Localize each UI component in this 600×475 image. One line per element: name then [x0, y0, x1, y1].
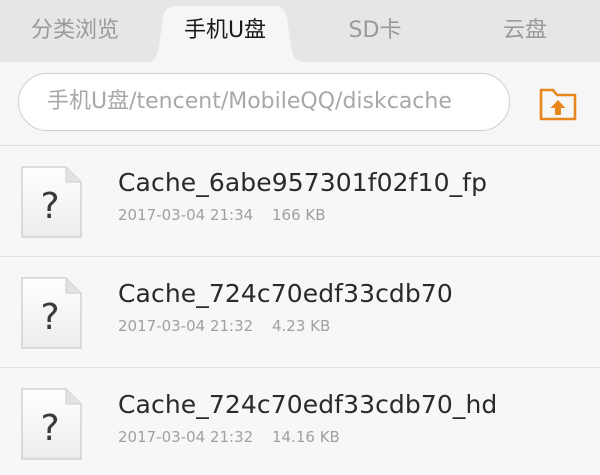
file-date: 2017-03-04 21:34 [118, 206, 254, 224]
file-size: 4.23 KB [272, 317, 331, 335]
svg-text:?: ? [40, 297, 59, 338]
file-size: 166 KB [272, 206, 326, 224]
file-name: Cache_6abe957301f02f10_fp [118, 168, 488, 197]
file-name: Cache_724c70edf33cdb70_hd [118, 390, 498, 419]
file-size: 14.16 KB [272, 428, 340, 446]
tab-sd-card[interactable]: SD卡 [300, 0, 450, 62]
path-field[interactable]: 手机U盘/tencent/MobileQQ/diskcache [18, 73, 510, 131]
file-row[interactable]: ? Cache_724c70edf33cdb70_hd 2017-03-04 2… [0, 368, 600, 475]
path-bar: 手机U盘/tencent/MobileQQ/diskcache [0, 62, 600, 146]
file-row[interactable]: ? Cache_6abe957301f02f10_fp 2017-03-04 2… [0, 146, 600, 257]
tab-bar: 分类浏览 手机U盘 SD卡 云盘 [0, 0, 600, 62]
file-date: 2017-03-04 21:32 [118, 428, 254, 446]
tab-phone-storage[interactable]: 手机U盘 [150, 0, 300, 62]
tab-category-browse[interactable]: 分类浏览 [0, 0, 150, 62]
folder-up-icon [539, 88, 577, 121]
file-manager-screen: 分类浏览 手机U盘 SD卡 云盘 手机U盘/tencent/MobileQQ/d… [0, 0, 600, 475]
unknown-file-icon: ? [21, 388, 82, 460]
unknown-file-icon: ? [21, 166, 82, 238]
svg-text:?: ? [40, 186, 59, 227]
tab-cloud-drive[interactable]: 云盘 [450, 0, 600, 62]
file-row[interactable]: ? Cache_724c70edf33cdb70 2017-03-04 21:3… [0, 257, 600, 368]
file-name: Cache_724c70edf33cdb70 [118, 279, 453, 308]
unknown-file-icon: ? [21, 277, 82, 349]
parent-folder-button[interactable] [534, 84, 582, 124]
file-date: 2017-03-04 21:32 [118, 317, 254, 335]
svg-text:?: ? [40, 408, 59, 449]
